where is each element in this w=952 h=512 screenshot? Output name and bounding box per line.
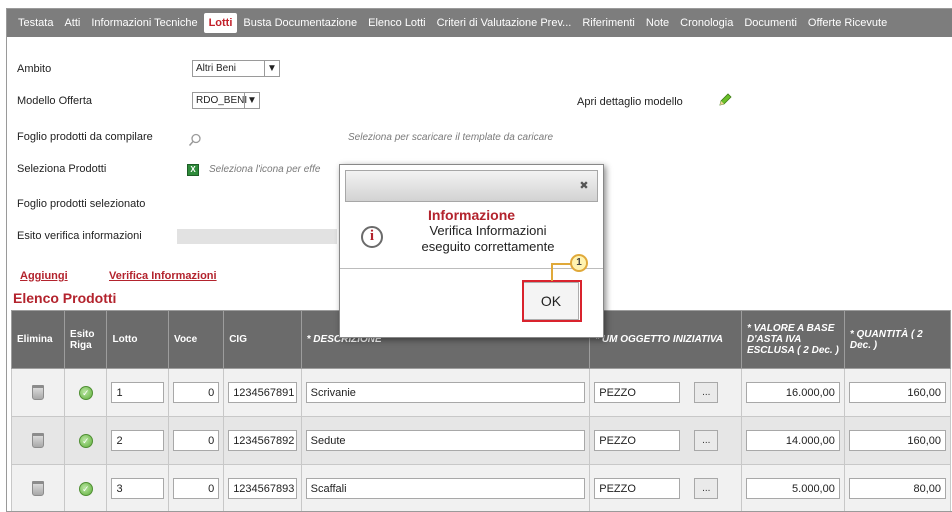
um-input[interactable]: PEZZO (594, 430, 681, 451)
tab-lotti[interactable]: Lotti (203, 13, 238, 33)
tab-testata[interactable]: Testata (13, 13, 58, 33)
check-circle-icon: ✓ (78, 481, 93, 496)
voce-input[interactable]: 0 (173, 382, 220, 403)
table-row: ✓ 1 0 1234567891 Scrivanie PEZZO ... 16.… (10, 368, 952, 417)
um-lookup-button[interactable]: ... (694, 430, 719, 451)
chevron-down-icon: ▼ (264, 61, 279, 76)
tab-cronologia[interactable]: Cronologia (675, 13, 738, 33)
foglio-compilare-hint: Seleziona per scaricare il template da c… (348, 132, 554, 143)
tab-criteri-valutazione[interactable]: Criteri di Valutazione Prev... (432, 13, 577, 33)
esito-verifica-label: Esito verifica informazioni (17, 230, 142, 242)
foglio-selezionato-label: Foglio prodotti selezionato (17, 198, 146, 210)
ambito-select[interactable]: Altri Beni ▼ (192, 60, 280, 77)
tab-bar: Testata Atti Informazioni Tecniche Lotti… (7, 9, 952, 37)
ambito-label: Ambito (17, 63, 52, 75)
trash-icon[interactable] (32, 433, 45, 448)
table-row: ✓ 2 0 1234567892 Sedute PEZZO ... 14.000… (10, 416, 952, 465)
valore-input[interactable]: 5.000,00 (745, 478, 840, 499)
column-header: Esito Riga (64, 310, 108, 369)
lotto-input[interactable]: 2 (111, 430, 165, 451)
lotto-input[interactable]: 1 (111, 382, 165, 403)
tab-offerte-ricevute[interactable]: Offerte Ricevute (803, 13, 892, 33)
aggiungi-link[interactable]: Aggiungi (20, 270, 68, 282)
valore-input[interactable]: 14.000,00 (745, 430, 840, 451)
dialog-title: Informazione (427, 207, 516, 223)
descrizione-input[interactable]: Scaffali (305, 478, 586, 499)
modello-offerta-select[interactable]: RDO_BENI ▼ (192, 92, 260, 109)
esito-verifica-field (177, 229, 337, 244)
excel-file-icon[interactable]: X (187, 164, 199, 176)
tab-busta-documentazione[interactable]: Busta Documentazione (238, 13, 362, 33)
cig-input[interactable]: 1234567892 (228, 430, 297, 451)
search-icon[interactable] (188, 133, 202, 147)
trash-icon[interactable] (32, 385, 45, 400)
quantita-input[interactable]: 160,00 (848, 430, 946, 451)
dialog-message-line: Verifica Informazioni (429, 223, 547, 238)
seleziona-prodotti-hint: Seleziona l'icona per effe (209, 164, 321, 175)
trash-icon[interactable] (32, 481, 45, 496)
column-header: CIG (223, 310, 302, 369)
tab-elenco-lotti[interactable]: Elenco Lotti (363, 13, 430, 33)
um-input[interactable]: PEZZO (594, 382, 681, 403)
um-input[interactable]: PEZZO (594, 478, 681, 499)
check-circle-icon: ✓ (78, 385, 93, 400)
column-header: * UM OGGETTO INIZIATIVA (589, 310, 742, 369)
dialog-message-line: eseguito correttamente (421, 239, 555, 254)
modello-offerta-value: RDO_BENI (196, 95, 248, 106)
column-header: Voce (168, 310, 225, 369)
close-icon[interactable]: ✖ (577, 179, 591, 193)
um-lookup-button[interactable]: ... (694, 382, 719, 403)
lotto-input[interactable]: 3 (111, 478, 165, 499)
table-row: ✓ 3 0 1234567893 Scaffali PEZZO ... 5.00… (10, 464, 952, 511)
quantita-input[interactable]: 160,00 (848, 382, 946, 403)
chevron-down-icon: ▼ (244, 93, 259, 108)
descrizione-input[interactable]: Scrivanie (305, 382, 586, 403)
dialog-header: ✖ (345, 170, 598, 202)
main-frame: Testata Atti Informazioni Tecniche Lotti… (6, 8, 952, 512)
info-icon: i (361, 226, 383, 248)
modello-offerta-label: Modello Offerta (17, 95, 93, 107)
apri-dettaglio-label: Apri dettaglio modello (577, 96, 683, 108)
cig-input[interactable]: 1234567893 (228, 478, 297, 499)
products-table: Elimina Esito Riga Lotto Voce CIG * DESC… (10, 310, 952, 511)
tab-documenti[interactable]: Documenti (739, 13, 802, 33)
tab-atti[interactable]: Atti (59, 13, 85, 33)
dialog-message: Verifica Informazioni eseguito correttam… (392, 223, 584, 255)
verifica-informazioni-link[interactable]: Verifica Informazioni (109, 270, 217, 282)
section-title: Elenco Prodotti (13, 290, 117, 306)
foglio-compilare-label: Foglio prodotti da compilare (17, 131, 153, 143)
column-header: Lotto (106, 310, 170, 369)
tab-riferimenti[interactable]: Riferimenti (577, 13, 640, 33)
quantita-input[interactable]: 80,00 (848, 478, 946, 499)
tab-note[interactable]: Note (641, 13, 674, 33)
ambito-value: Altri Beni (196, 63, 237, 74)
callout-marker: 1 (570, 254, 588, 272)
voce-input[interactable]: 0 (173, 430, 220, 451)
cig-input[interactable]: 1234567891 (228, 382, 297, 403)
column-header: * QUANTITÀ ( 2 Dec. ) (843, 310, 952, 369)
valore-input[interactable]: 16.000,00 (745, 382, 840, 403)
highlight-box (522, 280, 582, 322)
column-header: * VALORE A BASE D'ASTA IVA ESCLUSA ( 2 D… (740, 310, 845, 369)
um-lookup-button[interactable]: ... (694, 478, 719, 499)
voce-input[interactable]: 0 (173, 478, 220, 499)
seleziona-prodotti-label: Seleziona Prodotti (17, 163, 107, 175)
column-header: Elimina (10, 310, 66, 369)
pencil-icon[interactable] (717, 92, 733, 108)
tab-informazioni-tecniche[interactable]: Informazioni Tecniche (86, 13, 202, 33)
check-circle-icon: ✓ (78, 433, 93, 448)
descrizione-input[interactable]: Sedute (305, 430, 586, 451)
callout-connector (551, 263, 571, 281)
